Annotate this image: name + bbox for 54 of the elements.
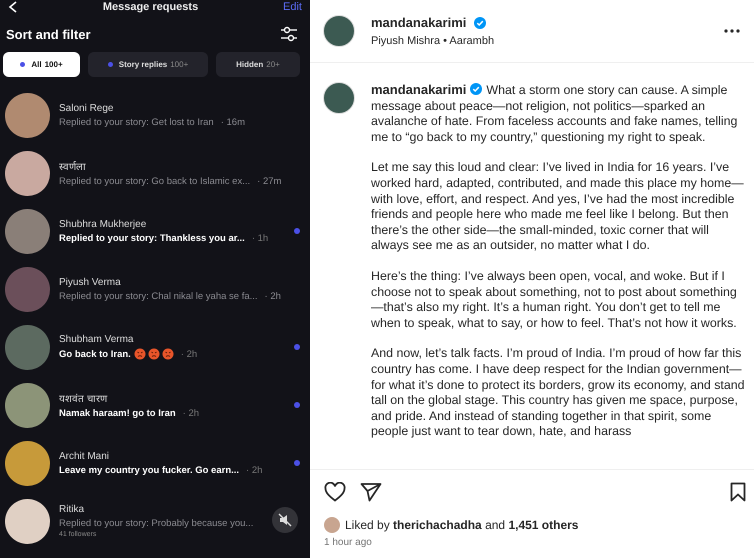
speaker-muted-icon	[278, 513, 292, 527]
message-time: · 16m	[220, 116, 246, 128]
post-time: 1 hour ago	[323, 536, 373, 550]
message-time: · 2h	[264, 290, 281, 302]
liker-avatar	[324, 517, 340, 533]
profile-avatar[interactable]	[323, 15, 355, 47]
message-time: · 2h	[182, 408, 200, 419]
sender-name: Shubhra Mukherjee	[59, 218, 148, 230]
edit-link[interactable]: Edit	[283, 1, 302, 13]
sender-name: यशवंत चारण	[59, 392, 108, 405]
message-preview: Replied to your story: Go back to Islamic ex...	[59, 176, 250, 187]
message-preview: Replied to your story: Get lost to Iran	[59, 116, 214, 128]
more-options-icon[interactable]	[724, 29, 740, 33]
avatar[interactable]	[5, 382, 50, 428]
message-preview: Replied to your story: Thankless you ar...	[59, 232, 245, 244]
avatar[interactable]	[5, 150, 50, 196]
section-title: Sort and filter	[6, 26, 91, 42]
avatar[interactable]	[5, 92, 50, 138]
sender-name: Shubham Verma	[59, 334, 134, 345]
filter-tab[interactable]: Hidden 20+	[216, 52, 300, 77]
username[interactable]: mandanakarimi	[371, 15, 466, 30]
heart-icon[interactable]	[324, 482, 346, 502]
sender-name: Saloni Rege	[59, 102, 114, 114]
username[interactable]: mandanakarimi	[371, 82, 466, 97]
send-icon[interactable]	[360, 482, 382, 502]
message-preview: Namak haraam! go to Iran	[59, 408, 176, 419]
caption-text: mandanakarimi What a storm one story can cause. A simple message about peace—not religion, not politics—sparked an avalanche of hate. From faceless accounts and fake names, telling me to “go back to my country,” questioning my right to speak.	[371, 82, 738, 146]
message-preview: Go back to Iran.	[59, 348, 131, 360]
profile-avatar[interactable]	[323, 82, 355, 114]
sender-name: Archit Mani	[59, 450, 110, 462]
bookmark-icon[interactable]	[730, 482, 746, 502]
audio-label[interactable]: Piyush Mishra • Aarambh	[371, 35, 724, 47]
avatar[interactable]	[5, 498, 50, 544]
sender-name: Piyush Verma	[59, 276, 122, 288]
filter-tab[interactable]: Story replies 100+	[88, 52, 208, 77]
message-preview: Leave my country you fucker. Go earn...	[59, 464, 240, 476]
sender-name: Ritika	[59, 504, 86, 515]
message-time: · 1h	[252, 232, 268, 244]
caption-text: Here’s the thing: I’ve always been open, vocal, and woke. But if I choose not to speak about something, not to post about something—that’s also my right. It’s a human right. You don’t get to tell me when to speak, what to say, or how to feel. That’s not how it works.	[371, 268, 738, 332]
likes-text: Liked by therichachadha and 1,451 others	[345, 518, 578, 532]
message-preview: Replied to your story: Probably because you...	[59, 518, 254, 529]
message-time: · 27m	[257, 176, 282, 187]
caption-text: Let me say this loud and clear: I’ve lived in India for 16 years. I’ve worked hard, adapted, contributed, and made this place my home—with love, effort, and respect. And yes, I’ve had the most incredible friends and people here who made me feel like I belong. But then there’s the other side—the small-minded, toxic corner that will always see me as an outsider, no matter what I do.	[371, 160, 745, 254]
sender-name: स्वर्णला	[59, 160, 87, 173]
mute-button[interactable]	[272, 507, 298, 533]
caption-text: And now, let’s talk facts. I’m proud of India. I’m proud of how far this country has come. I have deep respect for the Indian government—for what it’s done to protect its borders, grow its economy, and stand tall on the global stage. This country has given me space, purpose, and pride. And instead of standing together in that spirit, some people just want to tear down, hate, and harass	[371, 346, 746, 440]
back-icon[interactable]	[8, 1, 18, 13]
message-preview: Replied to your story: Chal nikal le yaha se fa...	[59, 290, 258, 302]
screen-title: Message requests	[102, 1, 200, 13]
avatar[interactable]	[5, 440, 50, 486]
message-time: · 2h	[246, 464, 262, 476]
filter-sliders-icon[interactable]	[280, 26, 298, 42]
message-time: · 2h	[180, 348, 198, 360]
filter-tab[interactable]: All 100+	[3, 52, 80, 77]
